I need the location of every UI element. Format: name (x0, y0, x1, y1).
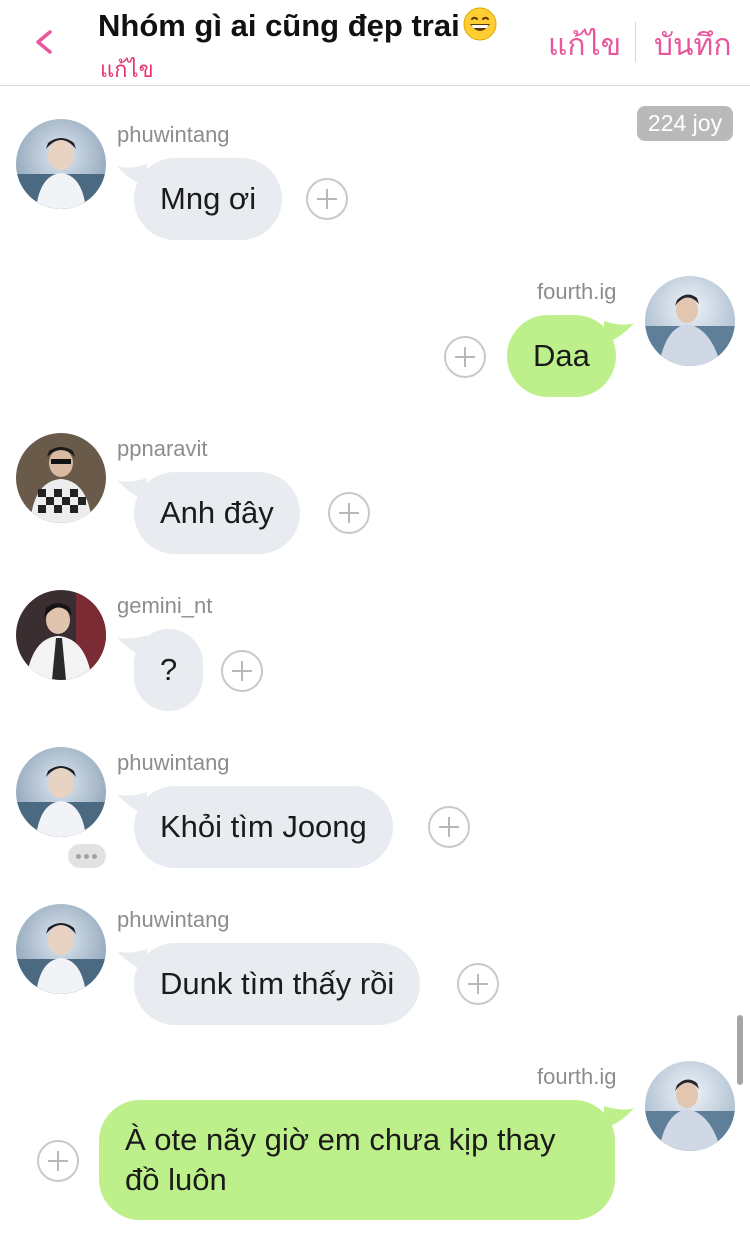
avatar-fourth-ig[interactable] (645, 1061, 735, 1151)
profile-photo-icon (16, 590, 106, 680)
sender-name: fourth.ig (537, 1064, 617, 1089)
avatar-phuwintang[interactable] (16, 119, 106, 209)
add-reaction-button[interactable] (428, 806, 470, 848)
joy-count-badge: 224 joy (637, 106, 733, 141)
scrollbar[interactable] (737, 1015, 743, 1085)
profile-photo-icon (645, 276, 735, 366)
sender-name: phuwintang (117, 750, 230, 775)
save-button[interactable]: บันทึก (654, 22, 732, 69)
add-reaction-button[interactable] (306, 178, 348, 220)
profile-photo-icon (16, 747, 106, 837)
avatar-phuwintang[interactable] (16, 904, 106, 994)
profile-photo-icon (16, 904, 106, 994)
avatar-fourth-ig[interactable] (645, 276, 735, 366)
add-reaction-button[interactable] (328, 492, 370, 534)
back-button[interactable] (28, 22, 64, 62)
chat-header: Nhóm gì ai cũng đẹp trai แก้ไข แก้ไข บัน… (0, 0, 750, 86)
sender-name: gemini_nt (117, 593, 213, 618)
chat-title-text: Nhóm gì ai cũng đẹp trai (98, 8, 460, 43)
edit-button[interactable]: แก้ไข (548, 22, 621, 69)
message-bubble-incoming[interactable]: Dunk tìm thấy rồi (134, 943, 421, 1025)
message-bubble-outgoing[interactable]: À ote nãy giờ em chưa kịp thay đồ luôn (99, 1100, 615, 1220)
grinning-face-emoji-icon (463, 7, 497, 41)
add-reaction-button[interactable] (37, 1140, 79, 1182)
message-bubble-outgoing[interactable]: Daa (507, 315, 616, 397)
add-reaction-button[interactable] (457, 963, 499, 1005)
sender-name: ppnaravit (117, 436, 208, 461)
profile-photo-icon (645, 1061, 735, 1151)
chat-subtitle[interactable]: แก้ไข (100, 52, 154, 87)
typing-indicator (68, 844, 106, 868)
message-bubble-incoming[interactable]: Mng ơi (134, 158, 283, 240)
message-bubble-incoming[interactable]: Anh đây (134, 472, 300, 554)
avatar-ppnaravit[interactable] (16, 433, 106, 523)
add-reaction-button[interactable] (221, 650, 263, 692)
avatar-gemini-nt[interactable] (16, 590, 106, 680)
sender-name: phuwintang (117, 907, 230, 932)
message-bubble-incoming[interactable]: Khỏi tìm Joong (134, 786, 393, 868)
message-bubble-incoming[interactable]: ? (134, 629, 204, 711)
chevron-left-icon (36, 30, 52, 54)
profile-photo-icon (16, 119, 106, 209)
sender-name: phuwintang (117, 122, 230, 147)
sender-name: fourth.ig (537, 279, 617, 304)
chat-title: Nhóm gì ai cũng đẹp trai (98, 6, 498, 44)
add-reaction-button[interactable] (444, 336, 486, 378)
avatar-phuwintang[interactable] (16, 747, 106, 837)
header-divider (635, 22, 636, 62)
profile-photo-icon (16, 433, 106, 523)
